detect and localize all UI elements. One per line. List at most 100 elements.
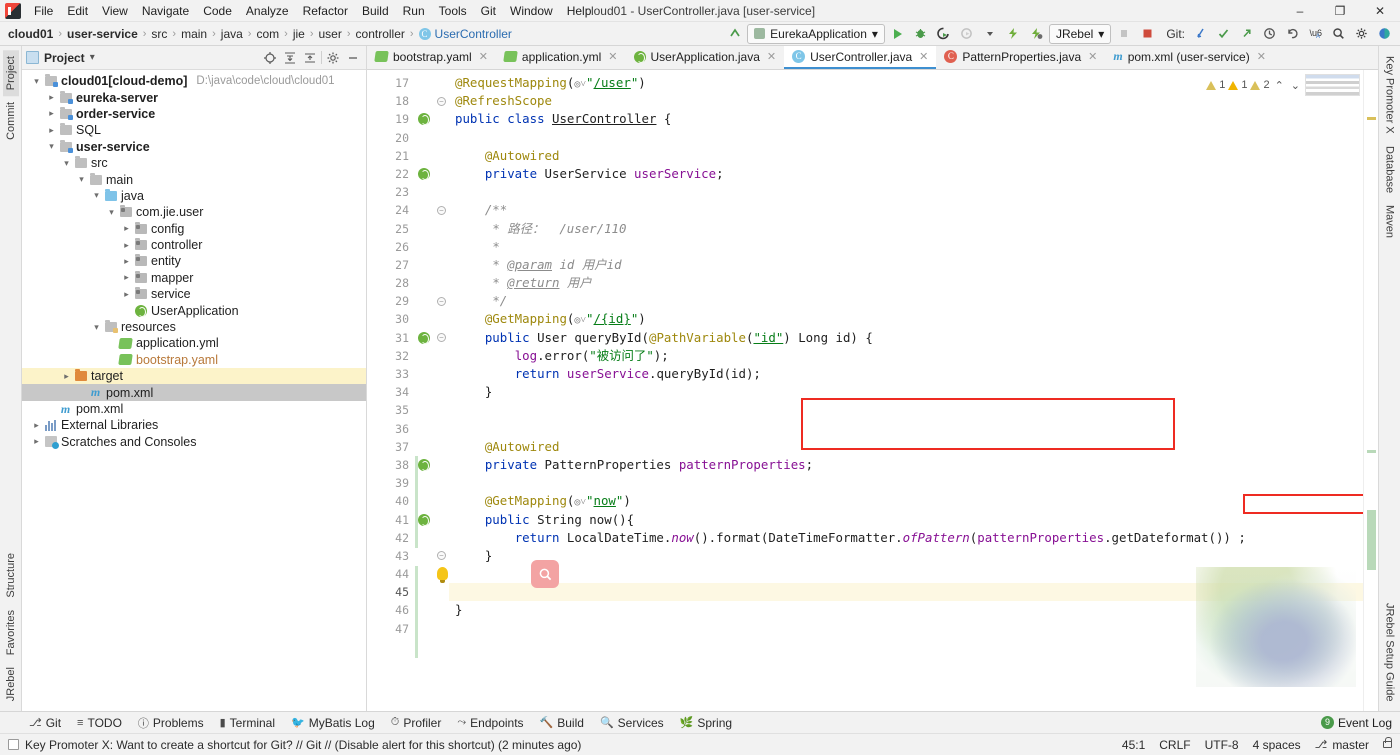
inspection-widget[interactable]: 1 1 2 ⌃ ⌄ xyxy=(1206,74,1360,96)
close-icon[interactable]: ✕ xyxy=(767,50,776,63)
push-icon[interactable] xyxy=(1236,24,1256,44)
indent-setting[interactable]: 4 spaces xyxy=(1253,738,1301,752)
lock-icon[interactable] xyxy=(1383,737,1392,748)
gutter-marker-row[interactable] xyxy=(415,274,449,292)
debug-icon[interactable] xyxy=(911,24,931,44)
gutter-marker-row[interactable] xyxy=(415,256,449,274)
code-line[interactable] xyxy=(449,129,1363,147)
breadcrumb-usercontroller[interactable]: C UserController xyxy=(417,27,514,41)
menu-file[interactable]: File xyxy=(27,2,60,20)
gutter-marker-row[interactable] xyxy=(415,129,449,147)
gutter-marker-row[interactable] xyxy=(415,601,449,619)
undo-icon[interactable] xyxy=(1282,24,1302,44)
code-line[interactable]: } xyxy=(449,601,1363,619)
code-folding-icon[interactable]: – xyxy=(437,205,446,215)
code-line[interactable]: return userService.queryById(id); xyxy=(449,365,1363,383)
tree-node-application-yml[interactable]: application.yml xyxy=(22,335,366,351)
gutter-marker-row[interactable] xyxy=(415,365,449,383)
analysis-scrollbar[interactable] xyxy=(1363,70,1378,711)
tool-window-button-mybatis-log[interactable]: 🐦 MyBatis Log xyxy=(284,714,382,732)
tree-node-external-libraries[interactable]: ▸ External Libraries xyxy=(22,417,366,433)
breadcrumb-main[interactable]: main xyxy=(179,27,209,41)
next-problem-button[interactable]: ⌄ xyxy=(1289,79,1302,92)
gutter-marker-row[interactable] xyxy=(415,474,449,492)
intention-bulb-icon[interactable] xyxy=(437,567,448,584)
expand-all-icon[interactable] xyxy=(281,49,299,67)
previous-problem-button[interactable]: ⌃ xyxy=(1273,79,1286,92)
tree-node-src[interactable]: ▾ src xyxy=(22,155,366,171)
code-line[interactable]: @Autowired xyxy=(449,438,1363,456)
chevron-down-icon[interactable]: ▾ xyxy=(90,52,95,63)
expand-arrow-icon[interactable]: ▾ xyxy=(75,174,88,185)
code-line[interactable]: @Autowired xyxy=(449,147,1363,165)
close-icon[interactable]: ✕ xyxy=(1088,50,1097,63)
tree-node-service[interactable]: ▸ service xyxy=(22,286,366,302)
collapse-arrow-icon[interactable]: ▸ xyxy=(120,256,133,267)
code-line[interactable] xyxy=(449,420,1363,438)
editor-tab-pom-xml-user-service-[interactable]: m pom.xml (user-service) ✕ xyxy=(1105,46,1274,69)
gutter-marker-row[interactable] xyxy=(415,165,449,183)
expand-arrow-icon[interactable]: ▾ xyxy=(90,322,103,333)
tree-node-java[interactable]: ▾ java xyxy=(22,188,366,204)
code-line[interactable]: * 路径： /user/110 xyxy=(449,220,1363,238)
editor-tab-patternproperties-java[interactable]: C PatternProperties.java ✕ xyxy=(936,46,1105,69)
collapse-arrow-icon[interactable]: ▸ xyxy=(45,125,58,136)
editor-tab-bootstrap-yaml[interactable]: bootstrap.yaml ✕ xyxy=(367,46,496,69)
code-preview-thumbnail[interactable] xyxy=(1305,74,1360,96)
gutter-marker-row[interactable]: – xyxy=(415,201,449,219)
breadcrumb-src[interactable]: src xyxy=(149,27,169,41)
close-icon[interactable]: ✕ xyxy=(919,50,928,63)
code-line[interactable]: public String now(){ xyxy=(449,511,1363,529)
spring-bean-gutter-icon[interactable] xyxy=(418,113,430,126)
gear-icon[interactable] xyxy=(324,49,342,67)
breadcrumb-com[interactable]: com xyxy=(254,27,281,41)
gutter-marker-row[interactable] xyxy=(415,529,449,547)
gutter-marker-row[interactable] xyxy=(415,383,449,401)
tree-node-eureka-server[interactable]: ▸ eureka-server xyxy=(22,89,366,105)
profile-caret-icon[interactable] xyxy=(980,24,1000,44)
code-line[interactable]: * @param id 用户id xyxy=(449,256,1363,274)
back-arrow-icon[interactable] xyxy=(724,24,744,44)
collapse-all-icon[interactable] xyxy=(301,49,319,67)
tree-node-pom-xml[interactable]: m pom.xml xyxy=(22,401,366,417)
history-icon[interactable] xyxy=(1259,24,1279,44)
tree-node-userapplication[interactable]: UserApplication xyxy=(22,302,366,318)
run-configuration-selector[interactable]: EurekaApplication ▾ xyxy=(747,23,885,44)
code-folding-icon[interactable]: – xyxy=(437,333,446,343)
code-line[interactable]: */ xyxy=(449,292,1363,310)
expand-arrow-icon[interactable]: ▾ xyxy=(90,190,103,201)
locate-icon[interactable] xyxy=(261,49,279,67)
tree-node-controller[interactable]: ▸ controller xyxy=(22,237,366,253)
status-message-area[interactable]: Key Promoter X: Want to create a shortcu… xyxy=(8,738,581,752)
code-folding-icon[interactable]: – xyxy=(437,296,446,306)
spring-bean-gutter-icon[interactable] xyxy=(418,168,430,181)
run-with-coverage-icon[interactable] xyxy=(934,24,954,44)
expand-arrow-icon[interactable]: ▾ xyxy=(45,141,58,152)
tree-node-mapper[interactable]: ▸ mapper xyxy=(22,270,366,286)
tree-node-config[interactable]: ▸ config xyxy=(22,221,366,237)
breadcrumb-jie[interactable]: jie xyxy=(291,27,307,41)
collapse-arrow-icon[interactable]: ▸ xyxy=(45,92,58,103)
sidebar-tab-jrebel[interactable]: JRebel xyxy=(3,661,19,707)
commit-icon[interactable] xyxy=(1213,24,1233,44)
tool-window-button-git[interactable]: ⎇ Git xyxy=(22,714,68,732)
gutter-marker-row[interactable] xyxy=(415,74,449,92)
collapse-arrow-icon[interactable]: ▸ xyxy=(45,108,58,119)
tree-node-com-jie-user[interactable]: ▾ com.jie.user xyxy=(22,204,366,220)
gutter-marker-row[interactable] xyxy=(415,456,449,474)
editor-tab-application-yml[interactable]: application.yml ✕ xyxy=(496,46,626,69)
tree-node-target[interactable]: ▸ target xyxy=(22,368,366,385)
sidebar-tab-commit[interactable]: Commit xyxy=(3,96,19,146)
expand-arrow-icon[interactable]: ▾ xyxy=(105,207,118,218)
code-line[interactable]: log.error("被访问了"); xyxy=(449,347,1363,365)
code-line[interactable] xyxy=(449,620,1363,638)
tool-window-button-problems[interactable]: ⓘ Problems xyxy=(131,713,211,733)
code-content[interactable]: @RequestMapping(◎˅"/user") @RefreshScope p… xyxy=(449,70,1363,711)
gutter-markers[interactable]: – – – – – xyxy=(415,70,449,711)
gutter-marker-row[interactable] xyxy=(415,583,449,601)
gutter-marker-row[interactable] xyxy=(415,511,449,529)
sidebar-tab-project[interactable]: Project xyxy=(2,50,19,97)
close-icon[interactable]: ✕ xyxy=(1257,50,1266,63)
menu-build[interactable]: Build xyxy=(355,2,396,20)
analysis-change-marker[interactable] xyxy=(1367,450,1376,453)
